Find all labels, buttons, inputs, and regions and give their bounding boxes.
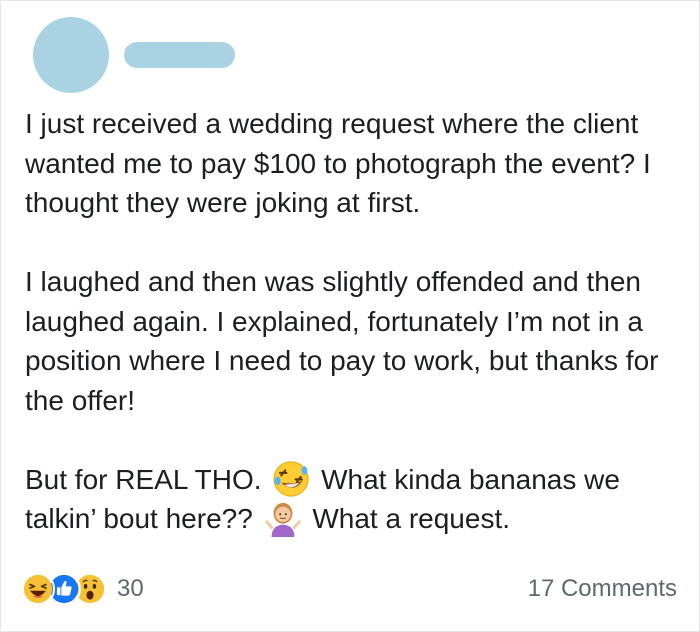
post-text-part-3: What a request. [312,503,511,534]
person-shrugging-emoji-icon [264,499,302,537]
comments-link[interactable]: 17 Comments [528,569,677,609]
post-paragraph-1: I just received a wedding request where … [25,108,651,218]
post-footer: 30 17 Comments [21,569,677,609]
avatar[interactable] [33,17,109,93]
rolling-on-floor-laughing-emoji-icon [272,460,310,498]
post-text-part-1: But for REAL THO. [25,463,262,495]
laughing-reaction-icon [21,572,55,606]
reaction-count[interactable]: 30 [117,575,144,603]
author-name-placeholder[interactable] [124,42,235,68]
post-paragraph-2: I laughed and then was slightly offended… [25,266,659,416]
post-paragraph-3: But for REAL THO. What kinda bananas we … [25,460,685,539]
post-card: I just received a wedding request where … [0,0,700,632]
post-body: I just received a wedding request where … [25,104,685,539]
reactions-summary[interactable]: 30 [21,569,144,609]
